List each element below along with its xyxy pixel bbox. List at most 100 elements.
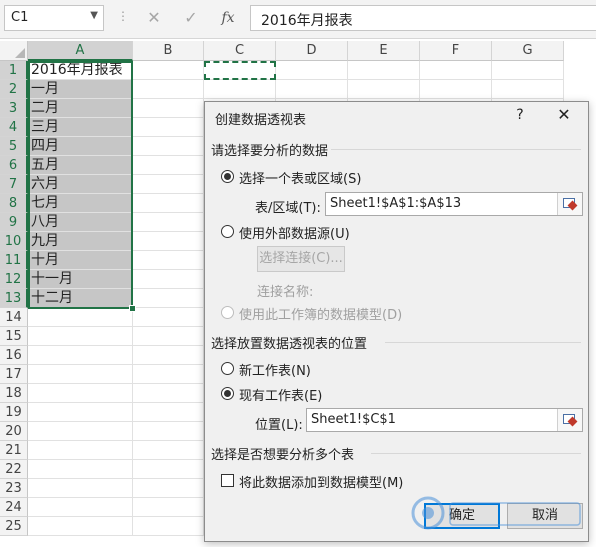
cell-a12[interactable]: 十一月 — [28, 270, 133, 289]
row-header-15[interactable]: 15 — [0, 327, 28, 346]
collapse-range-icon[interactable] — [557, 193, 582, 215]
cell-a11[interactable]: 十月 — [28, 251, 133, 270]
row-header-24[interactable]: 24 — [0, 498, 28, 517]
column-header-e[interactable]: E — [348, 41, 420, 61]
cell-b23[interactable] — [133, 479, 204, 498]
cell-b4[interactable] — [133, 118, 204, 137]
cell-e1[interactable] — [348, 61, 420, 80]
cell-b21[interactable] — [133, 441, 204, 460]
cell-a25[interactable] — [28, 517, 133, 536]
column-header-b[interactable]: B — [133, 41, 204, 61]
insert-function-icon[interactable]: fx — [210, 6, 246, 30]
row-header-14[interactable]: 14 — [0, 308, 28, 327]
row-header-7[interactable]: 7 — [0, 175, 28, 194]
help-icon[interactable]: ? — [510, 107, 530, 123]
cell-a3[interactable]: 二月 — [28, 99, 133, 118]
cell-b22[interactable] — [133, 460, 204, 479]
cell-b20[interactable] — [133, 422, 204, 441]
row-header-13[interactable]: 13 — [0, 289, 28, 308]
cell-e2[interactable] — [348, 80, 420, 99]
cell-b6[interactable] — [133, 156, 204, 175]
cell-a6[interactable]: 五月 — [28, 156, 133, 175]
cell-b1[interactable] — [133, 61, 204, 80]
ok-button[interactable]: 确定 — [424, 503, 500, 529]
cell-b7[interactable] — [133, 175, 204, 194]
row-header-25[interactable]: 25 — [0, 517, 28, 536]
location-input[interactable]: Sheet1!$C$1 — [306, 408, 583, 432]
cell-a1[interactable]: 2016年月报表 — [28, 61, 133, 80]
column-header-a[interactable]: A — [28, 41, 133, 61]
row-header-4[interactable]: 4 — [0, 118, 28, 137]
cell-a22[interactable] — [28, 460, 133, 479]
name-box[interactable]: C1 ▼ — [4, 5, 104, 31]
row-header-10[interactable]: 10 — [0, 232, 28, 251]
cell-b5[interactable] — [133, 137, 204, 156]
cell-a16[interactable] — [28, 346, 133, 365]
cell-b9[interactable] — [133, 213, 204, 232]
cell-a18[interactable] — [28, 384, 133, 403]
cell-a21[interactable] — [28, 441, 133, 460]
cell-g2[interactable] — [492, 80, 564, 99]
radio-new-worksheet[interactable] — [221, 362, 234, 375]
select-all-button[interactable] — [0, 41, 28, 61]
row-header-3[interactable]: 3 — [0, 99, 28, 118]
radio-external-source[interactable] — [221, 225, 234, 238]
cell-b25[interactable] — [133, 517, 204, 536]
range-input[interactable]: Sheet1!$A$1:$A$13 — [325, 192, 583, 216]
column-header-f[interactable]: F — [420, 41, 492, 61]
collapse-range-icon[interactable] — [557, 409, 582, 431]
more-options-icon[interactable]: ⋮ — [117, 9, 129, 23]
enter-icon[interactable]: ✓ — [173, 6, 209, 30]
chevron-down-icon[interactable]: ▼ — [90, 10, 98, 21]
cell-b13[interactable] — [133, 289, 204, 308]
cell-a4[interactable]: 三月 — [28, 118, 133, 137]
cell-c2[interactable] — [204, 80, 276, 99]
cell-a17[interactable] — [28, 365, 133, 384]
cancel-button[interactable]: 取消 — [507, 503, 583, 529]
cell-b10[interactable] — [133, 232, 204, 251]
row-header-16[interactable]: 16 — [0, 346, 28, 365]
cell-b17[interactable] — [133, 365, 204, 384]
cell-a13[interactable]: 十二月 — [28, 289, 133, 308]
cell-d2[interactable] — [276, 80, 348, 99]
row-header-17[interactable]: 17 — [0, 365, 28, 384]
cell-a24[interactable] — [28, 498, 133, 517]
cell-b2[interactable] — [133, 80, 204, 99]
cell-a10[interactable]: 九月 — [28, 232, 133, 251]
cancel-icon[interactable]: ✕ — [136, 6, 172, 30]
cell-a14[interactable] — [28, 308, 133, 327]
row-header-8[interactable]: 8 — [0, 194, 28, 213]
row-header-5[interactable]: 5 — [0, 137, 28, 156]
cell-g1[interactable] — [492, 61, 564, 80]
radio-table-range[interactable] — [221, 170, 234, 183]
row-header-2[interactable]: 2 — [0, 80, 28, 99]
close-icon[interactable]: ✕ — [554, 105, 574, 124]
row-header-20[interactable]: 20 — [0, 422, 28, 441]
cell-b8[interactable] — [133, 194, 204, 213]
row-header-12[interactable]: 12 — [0, 270, 28, 289]
radio-data-model[interactable] — [221, 306, 234, 319]
add-to-data-model-checkbox[interactable] — [221, 474, 234, 487]
row-header-22[interactable]: 22 — [0, 460, 28, 479]
cell-a20[interactable] — [28, 422, 133, 441]
cell-b24[interactable] — [133, 498, 204, 517]
cell-b19[interactable] — [133, 403, 204, 422]
column-header-g[interactable]: G — [492, 41, 564, 61]
cell-a19[interactable] — [28, 403, 133, 422]
row-header-23[interactable]: 23 — [0, 479, 28, 498]
row-header-18[interactable]: 18 — [0, 384, 28, 403]
cell-a7[interactable]: 六月 — [28, 175, 133, 194]
choose-connection-button[interactable]: 选择连接(C)... — [257, 246, 345, 272]
row-header-11[interactable]: 11 — [0, 251, 28, 270]
formula-input[interactable]: 2016年月报表 — [250, 5, 596, 31]
cell-b15[interactable] — [133, 327, 204, 346]
cell-a5[interactable]: 四月 — [28, 137, 133, 156]
cell-b18[interactable] — [133, 384, 204, 403]
column-header-d[interactable]: D — [276, 41, 348, 61]
column-header-c[interactable]: C — [204, 41, 276, 61]
cell-a23[interactable] — [28, 479, 133, 498]
cell-b12[interactable] — [133, 270, 204, 289]
row-header-19[interactable]: 19 — [0, 403, 28, 422]
row-header-21[interactable]: 21 — [0, 441, 28, 460]
cell-b11[interactable] — [133, 251, 204, 270]
